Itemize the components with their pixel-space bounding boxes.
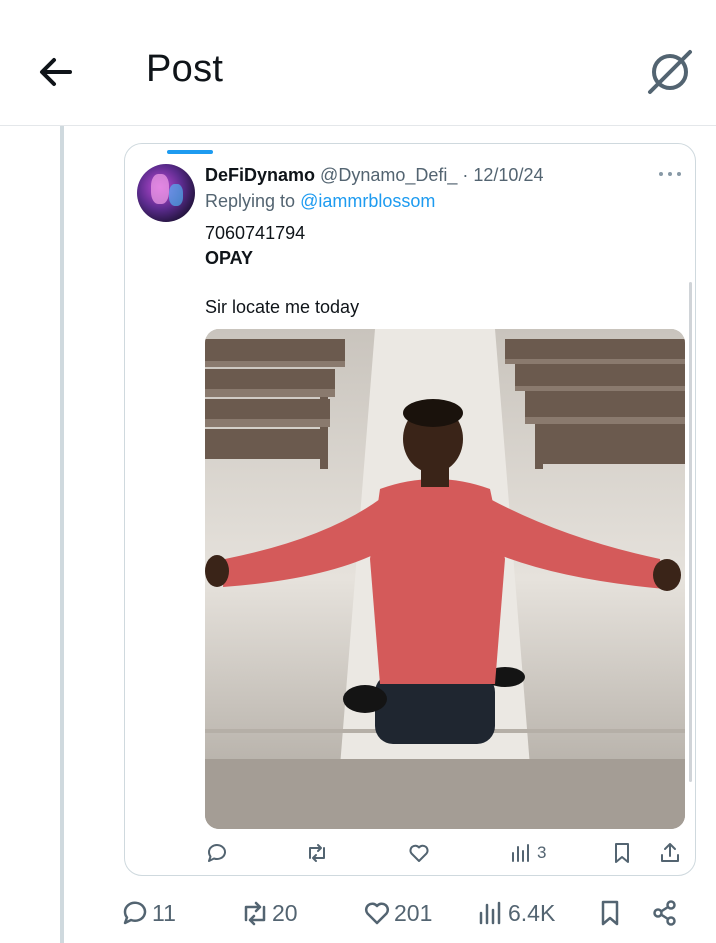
post-image[interactable] <box>205 329 685 829</box>
author-name[interactable]: DeFiDynamo <box>205 165 315 185</box>
repost-icon <box>244 901 266 926</box>
post-text-line: OPAY <box>205 248 254 268</box>
post-header: DeFiDynamo @Dynamo_Defi_ · 12/10/24 <box>205 165 543 186</box>
reply-button[interactable]: 11 <box>120 893 176 933</box>
views-button[interactable]: 3 <box>509 838 546 868</box>
views-count: 6.4K <box>508 899 556 926</box>
author-handle[interactable]: @Dynamo_Defi_ <box>320 165 457 185</box>
scrollbar[interactable] <box>689 282 692 782</box>
replying-handle-link[interactable]: @iammrblossom <box>300 191 435 211</box>
bookmark-button[interactable] <box>595 893 625 933</box>
repost-icon <box>309 844 325 862</box>
bookmark-icon <box>601 900 619 926</box>
quoted-post-card[interactable]: DeFiDynamo @Dynamo_Defi_ · 12/10/24 Repl… <box>124 143 696 876</box>
like-button[interactable] <box>407 838 431 868</box>
heart-icon <box>364 902 390 925</box>
bookmark-button[interactable] <box>610 838 634 868</box>
like-button[interactable]: 201 <box>362 893 432 933</box>
replying-prefix: Replying to <box>205 191 296 211</box>
post-action-bar: 11 20 201 6.4K <box>120 893 700 933</box>
more-button[interactable] <box>655 162 685 186</box>
arrow-left-icon <box>40 58 72 86</box>
heart-icon <box>409 844 429 862</box>
share-button[interactable] <box>650 893 680 933</box>
share-icon <box>661 843 679 862</box>
repost-button[interactable]: 20 <box>240 893 298 933</box>
like-count: 201 <box>394 899 433 926</box>
post-date[interactable]: · 12/10/24 <box>462 165 543 185</box>
repost-button[interactable] <box>305 838 329 868</box>
more-horizontal-icon <box>659 172 681 176</box>
back-button[interactable] <box>32 48 80 96</box>
church-kneeling-photo <box>205 329 685 829</box>
views-count: 3 <box>537 843 547 862</box>
views-icon <box>479 901 501 925</box>
bookmark-icon <box>615 843 629 863</box>
reply-count: 11 <box>152 899 176 926</box>
quoted-post-actions: 3 <box>125 838 695 868</box>
thread-connector-line <box>60 126 64 943</box>
views-icon <box>512 844 529 862</box>
views-button[interactable]: 6.4K <box>476 893 555 933</box>
post-text-line: 7060741794 <box>205 223 306 243</box>
top-bar: Post <box>0 0 716 126</box>
reply-button[interactable] <box>205 838 229 868</box>
share-nodes-icon <box>653 900 676 926</box>
page-title: Post <box>146 48 224 90</box>
repost-count: 20 <box>272 899 298 926</box>
avatar[interactable] <box>137 164 195 222</box>
reply-icon <box>123 901 147 925</box>
card-active-indicator <box>167 150 213 154</box>
post-text-line: Sir locate me today <box>205 297 360 317</box>
replying-to: Replying to @iammrblossom <box>205 191 435 212</box>
reply-icon <box>208 844 226 862</box>
share-button[interactable] <box>658 838 682 868</box>
grok-icon <box>648 50 692 94</box>
grok-button[interactable] <box>642 44 698 100</box>
